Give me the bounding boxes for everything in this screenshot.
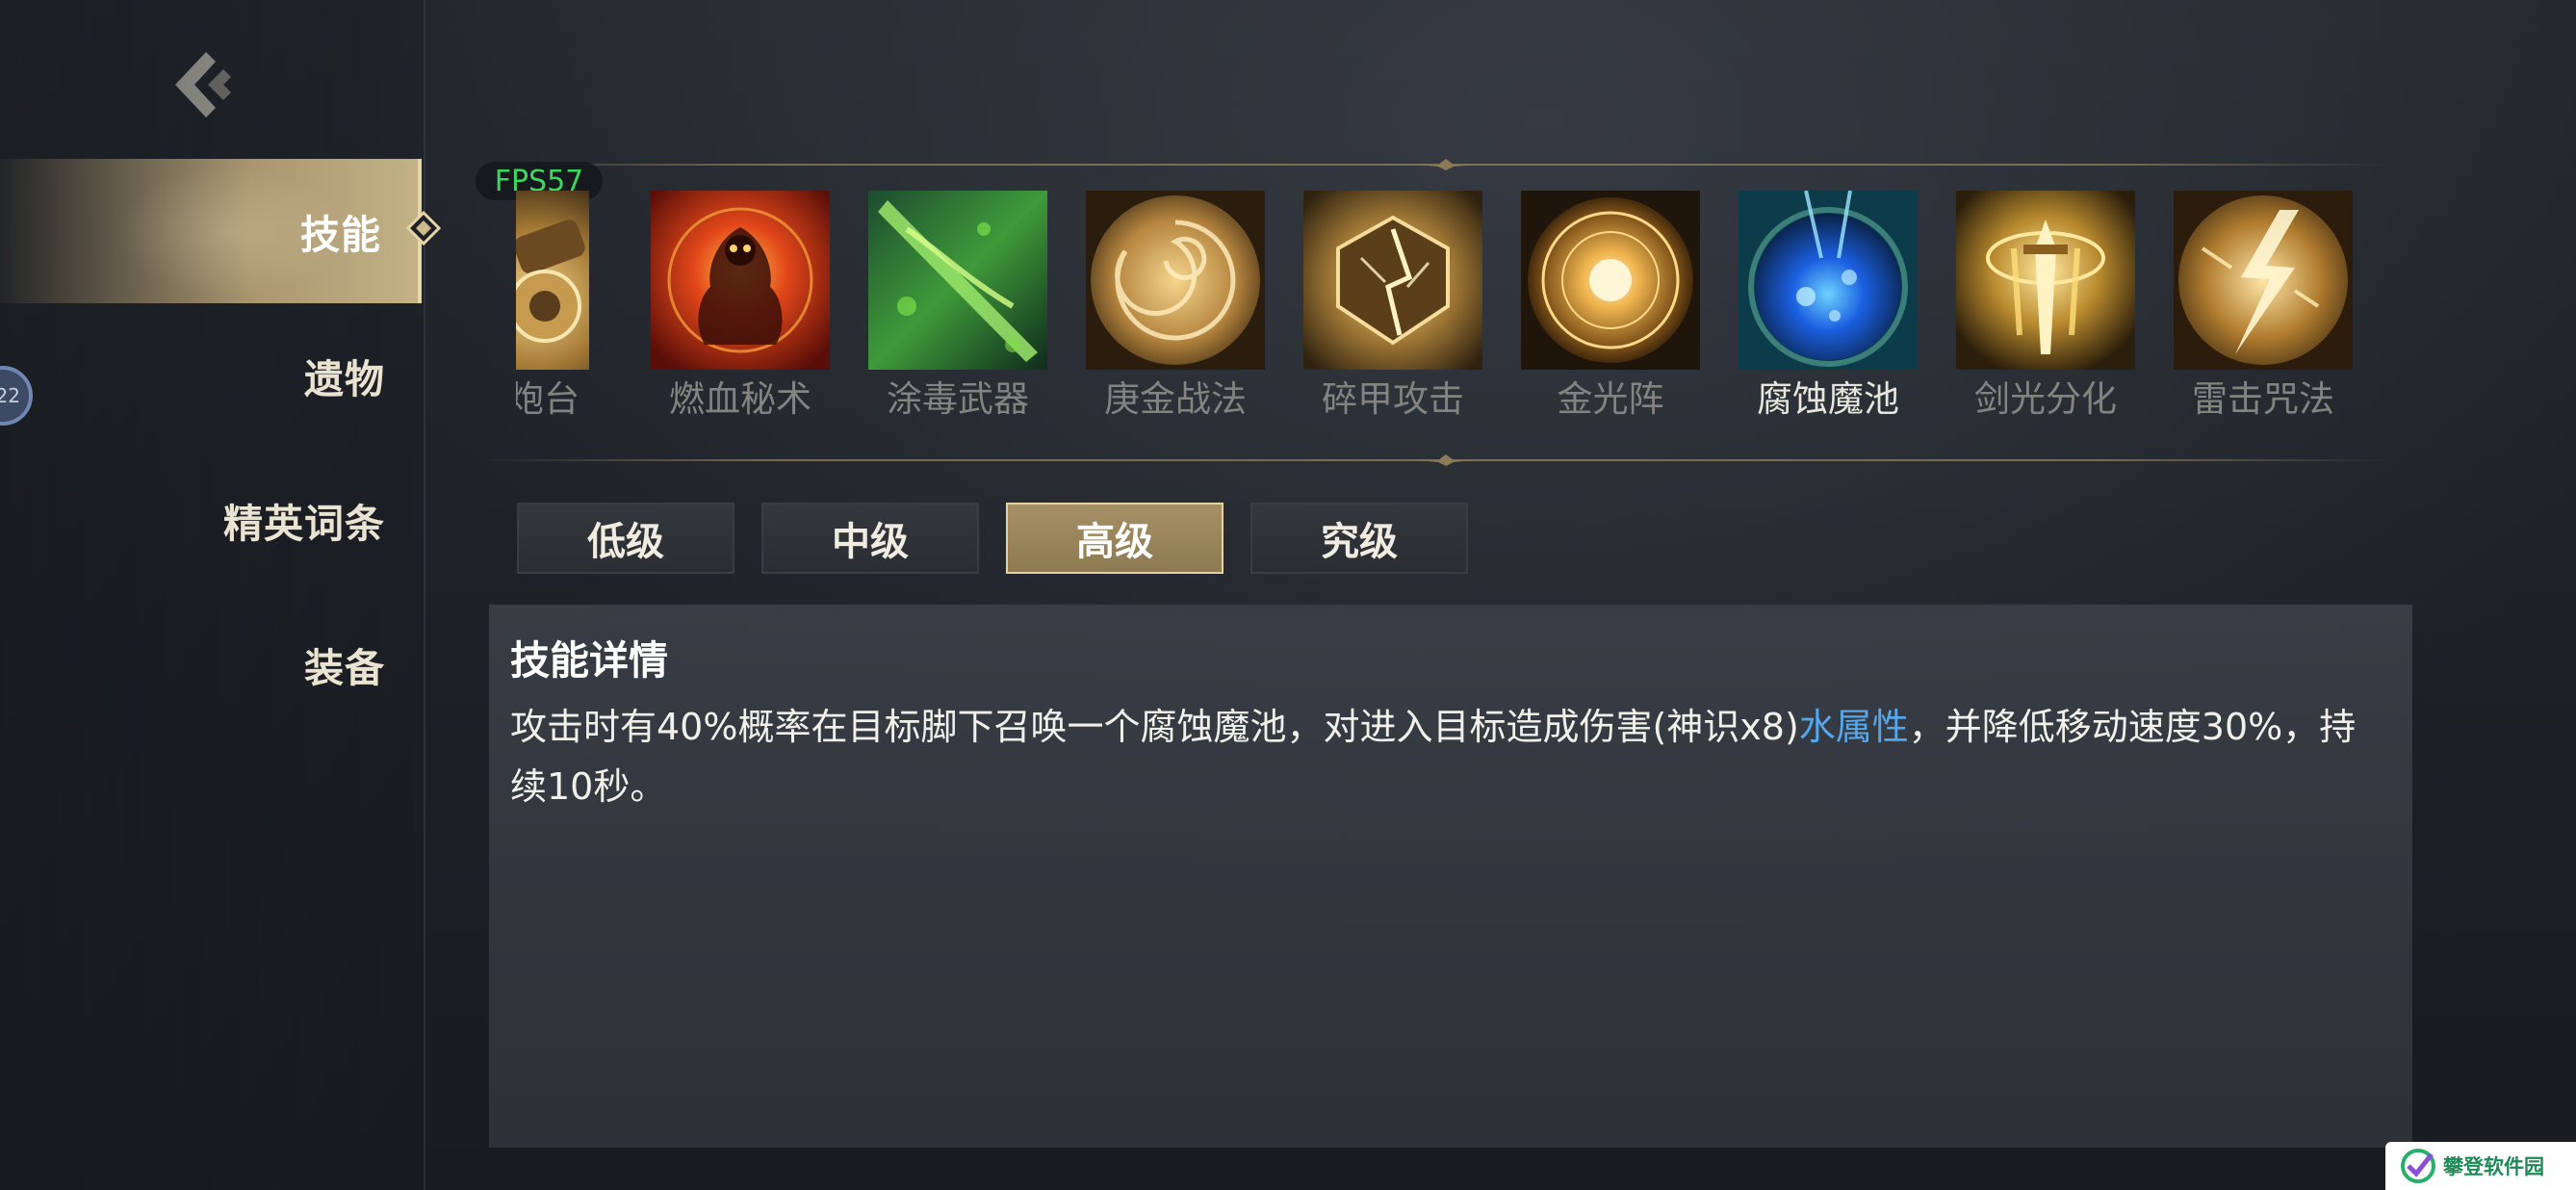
- burning-blood-icon: [651, 191, 830, 370]
- cannon-turret-icon: [516, 191, 589, 370]
- skill-item-burning-blood[interactable]: 燃血秘术: [651, 191, 830, 422]
- details-text-before: 攻击时有40%概率在目标脚下召唤一个腐蚀魔池，对进入目标造成伤害(神识x8): [510, 706, 1799, 748]
- tier-tab-high[interactable]: 高级: [1006, 503, 1224, 574]
- tier-tab-label: 高级: [1076, 520, 1153, 564]
- skill-item-name: 金光阵: [1557, 378, 1664, 420]
- divider-ornament-icon: [1417, 454, 1475, 466]
- sidebar-item-label: 技能: [300, 212, 381, 258]
- skill-item-name: 碎甲攻击: [1322, 378, 1464, 420]
- skill-item-corrosive-pool[interactable]: 腐蚀魔池: [1739, 191, 1918, 422]
- tier-tab-ultimate[interactable]: 究级: [1250, 503, 1468, 574]
- sidebar-item-label: 装备: [304, 645, 385, 691]
- skill-item-name: 炮台: [516, 378, 580, 420]
- skill-item-name: 雷击咒法: [2192, 378, 2334, 420]
- skill-item-thunder-curse[interactable]: 雷击咒法: [2174, 191, 2353, 422]
- tier-tab-mid[interactable]: 中级: [761, 503, 979, 574]
- skill-item-name: 涂毒武器: [887, 378, 1029, 420]
- tier-tab-low[interactable]: 低级: [517, 503, 734, 574]
- sidebar-item-elite-affixes[interactable]: 精英词条: [0, 448, 422, 592]
- skill-icon-strip[interactable]: 炮台 燃血秘术 涂毒武器 庚金战法 碎甲攻击 金光阵 腐蚀魔池 剑光分化 雷击咒…: [516, 191, 2364, 431]
- tier-tab-label: 中级: [832, 520, 909, 564]
- details-title: 技能详情: [510, 637, 668, 684]
- sword-split-icon: [1956, 191, 2135, 370]
- level-badge-value: 22: [0, 384, 20, 407]
- active-pointer-icon: [406, 211, 441, 246]
- corrosive-pool-icon: [1739, 191, 1918, 370]
- skill-details-panel: 技能详情 攻击时有40%概率在目标脚下召唤一个腐蚀魔池，对进入目标造成伤害(神识…: [489, 605, 2412, 1148]
- divider-ornament-icon: [1417, 159, 1475, 170]
- tier-tab-label: 低级: [587, 520, 664, 564]
- skill-item-cannon[interactable]: 炮台: [516, 191, 589, 422]
- golden-swirl-icon: [1086, 191, 1265, 370]
- golden-array-icon: [1521, 191, 1700, 370]
- sidebar-item-label: 遗物: [304, 356, 385, 402]
- poison-weapon-icon: [868, 191, 1047, 370]
- skill-item-golden-swirl[interactable]: 庚金战法: [1086, 191, 1265, 422]
- checkmark-logo-icon: [2401, 1149, 2435, 1183]
- water-attribute-highlight: 水属性: [1798, 706, 1909, 748]
- sidebar-item-relics[interactable]: 遗物: [0, 303, 422, 448]
- skill-item-golden-array[interactable]: 金光阵: [1521, 191, 1700, 422]
- details-description: 攻击时有40%概率在目标脚下召唤一个腐蚀魔池，对进入目标造成伤害(神识x8)水属…: [510, 697, 2378, 816]
- sidebar-item-label: 精英词条: [223, 501, 385, 547]
- skill-item-name: 燃血秘术: [669, 378, 811, 420]
- skill-item-name: 庚金战法: [1104, 378, 1247, 420]
- tier-tab-label: 究级: [1321, 520, 1398, 564]
- game-screen: 技能 遗物 精英词条 装备 22 FPS57 炮台 燃血秘术 涂毒武器 庚金战法…: [0, 0, 2576, 1190]
- sidebar-item-skills[interactable]: 技能: [0, 159, 441, 303]
- category-sidebar: 技能 遗物 精英词条 装备: [0, 0, 441, 1190]
- watermark-text: 攀登软件园: [2443, 1155, 2544, 1178]
- site-watermark: 攀登软件园: [2385, 1142, 2576, 1190]
- sidebar-item-equipment[interactable]: 装备: [0, 592, 422, 737]
- skill-item-armor-break[interactable]: 碎甲攻击: [1303, 191, 1482, 422]
- skill-item-name: 剑光分化: [1974, 378, 2117, 420]
- armor-break-icon: [1303, 191, 1482, 370]
- skill-item-sword-split[interactable]: 剑光分化: [1956, 191, 2135, 422]
- thunder-curse-icon: [2174, 191, 2353, 370]
- skill-item-poison-weapon[interactable]: 涂毒武器: [868, 191, 1047, 422]
- skill-item-name: 腐蚀魔池: [1757, 378, 1899, 420]
